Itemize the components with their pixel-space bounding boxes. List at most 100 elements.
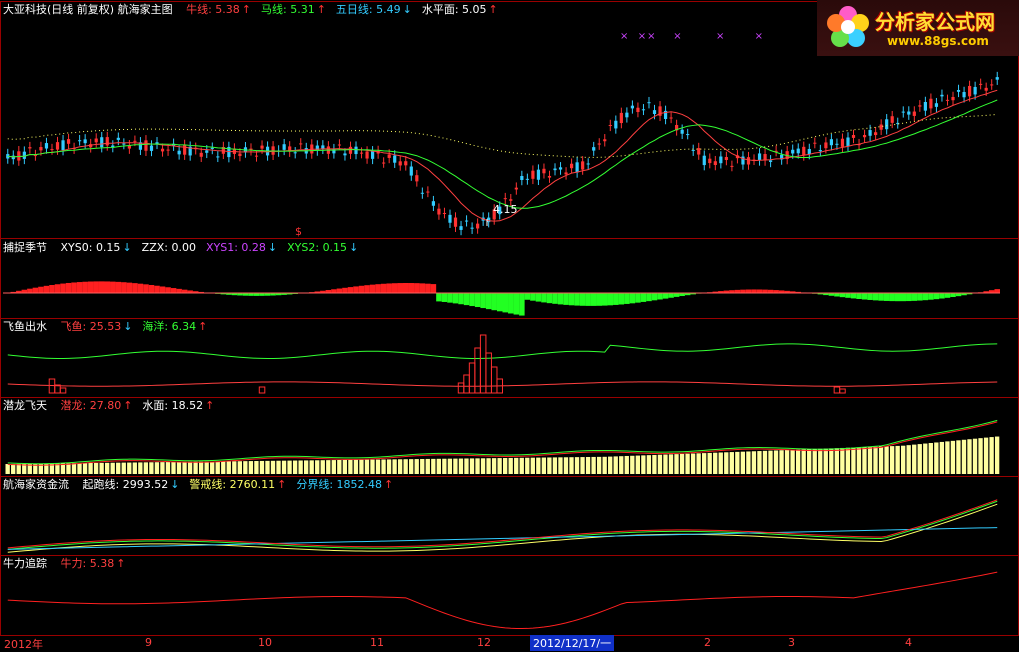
water-surface-bar xyxy=(807,449,811,474)
season-bar xyxy=(475,293,481,307)
water-surface-bar xyxy=(431,459,435,474)
water-surface-bar xyxy=(381,459,385,474)
water-surface-bar xyxy=(774,450,778,474)
axis-tick: 12 xyxy=(477,636,491,649)
season-bar xyxy=(497,293,503,311)
water-surface-bar xyxy=(790,450,794,474)
flyfish-spike xyxy=(458,383,464,393)
season-bar xyxy=(585,293,591,306)
season-bar xyxy=(420,283,426,293)
season-bar xyxy=(381,284,387,293)
arrow-down-icon: ↓ xyxy=(403,3,412,16)
candle-body xyxy=(542,169,545,174)
water-surface-bar xyxy=(149,462,153,474)
season-bar xyxy=(27,289,33,293)
candle-body xyxy=(343,153,346,155)
candle-body xyxy=(697,148,700,154)
candle-body xyxy=(133,141,136,142)
candle-body xyxy=(708,159,711,163)
candle-body xyxy=(421,193,424,194)
main-panel-header: 大亚科技(日线 前复权) 航海家主图 牛线: 5.38↑马线: 5.31↑五日线… xyxy=(3,3,502,17)
season-bar xyxy=(674,293,680,297)
water-surface-bar xyxy=(796,450,800,474)
water-surface-bar xyxy=(564,457,568,474)
water-surface-bar xyxy=(354,460,358,474)
candle-body xyxy=(686,134,689,135)
candle-body xyxy=(819,150,822,151)
water-surface-bar xyxy=(719,452,723,474)
indicator-value: XYS0: 0.15 xyxy=(61,241,121,254)
flyfish-spike xyxy=(60,388,66,393)
water-surface-bar xyxy=(138,462,142,474)
candle-body xyxy=(321,145,324,148)
candle-body xyxy=(526,179,529,180)
water-surface-bar xyxy=(918,444,922,474)
candle-body xyxy=(841,139,844,147)
arrow-up-icon: ↑ xyxy=(384,478,393,491)
water-surface-bar xyxy=(685,454,689,474)
arrow-down-icon: ↓ xyxy=(122,241,131,254)
candle-body xyxy=(144,140,147,150)
candle-body xyxy=(509,199,512,201)
water-surface-bar xyxy=(708,453,712,474)
water-surface-bar xyxy=(315,460,319,474)
season-bar xyxy=(939,293,945,299)
candle-body xyxy=(459,226,462,230)
season-bar xyxy=(403,283,409,293)
water-surface-bar xyxy=(835,448,839,474)
water-surface-bar xyxy=(813,449,817,474)
candle-body xyxy=(559,167,562,169)
candle-body xyxy=(84,139,87,143)
water-surface-bar xyxy=(663,455,667,474)
water-surface-bar xyxy=(337,460,341,474)
season-bar xyxy=(331,289,337,293)
water-surface-bar xyxy=(962,440,966,474)
season-bar xyxy=(657,293,663,299)
water-surface-bar xyxy=(603,457,607,474)
water-surface-bar xyxy=(619,456,623,474)
candle-body xyxy=(957,90,960,92)
water-surface-bar xyxy=(116,463,120,474)
water-surface-bar xyxy=(608,457,612,474)
candle-body xyxy=(448,215,451,223)
water-surface-bar xyxy=(868,447,872,474)
water-surface-bar xyxy=(768,451,772,474)
time-axis: 2012年 9 10 11 12 2012/12/17/一 2 3 4 xyxy=(0,635,1019,651)
candle-body xyxy=(260,146,263,149)
water-surface-bar xyxy=(481,458,485,474)
candle-body xyxy=(791,150,794,154)
season-bar xyxy=(602,293,608,306)
water-surface-bar xyxy=(907,445,911,474)
flyfish-spike xyxy=(840,389,846,393)
candle-body xyxy=(830,139,833,145)
candle-body xyxy=(813,143,816,144)
candle-body xyxy=(200,153,203,157)
capital-flow-panel-title: 航海家资金流 xyxy=(3,478,69,491)
season-bar xyxy=(525,293,531,300)
candle-body xyxy=(797,149,800,154)
water-surface-bar xyxy=(818,449,822,474)
water-surface-bar xyxy=(398,459,402,474)
water-surface-bar xyxy=(929,443,933,474)
season-bar xyxy=(71,282,77,293)
candle-body xyxy=(647,102,650,103)
water-surface-bar xyxy=(293,461,297,474)
candle-body xyxy=(67,139,70,144)
water-surface-bar xyxy=(415,459,419,474)
candle-body xyxy=(587,163,590,164)
season-bar xyxy=(342,288,348,293)
candle-body xyxy=(631,106,634,109)
water-surface-bar xyxy=(238,461,242,474)
water-surface-bar xyxy=(531,458,535,474)
capital-flow-panel-header: 航海家资金流 起跑线: 2993.52↓警戒线: 2760.11↑分界线: 18… xyxy=(3,478,397,492)
water-surface-bar xyxy=(426,459,430,474)
water-surface-bar xyxy=(475,458,479,474)
water-surface-bar xyxy=(641,455,645,474)
candle-body xyxy=(537,170,540,180)
candle-body xyxy=(360,153,363,154)
water-surface-bar xyxy=(696,453,700,474)
season-bar xyxy=(574,293,580,306)
arrow-up-icon: ↑ xyxy=(317,3,326,16)
indicator-value: 五日线: 5.49 xyxy=(336,3,401,16)
candle-body xyxy=(23,152,26,159)
